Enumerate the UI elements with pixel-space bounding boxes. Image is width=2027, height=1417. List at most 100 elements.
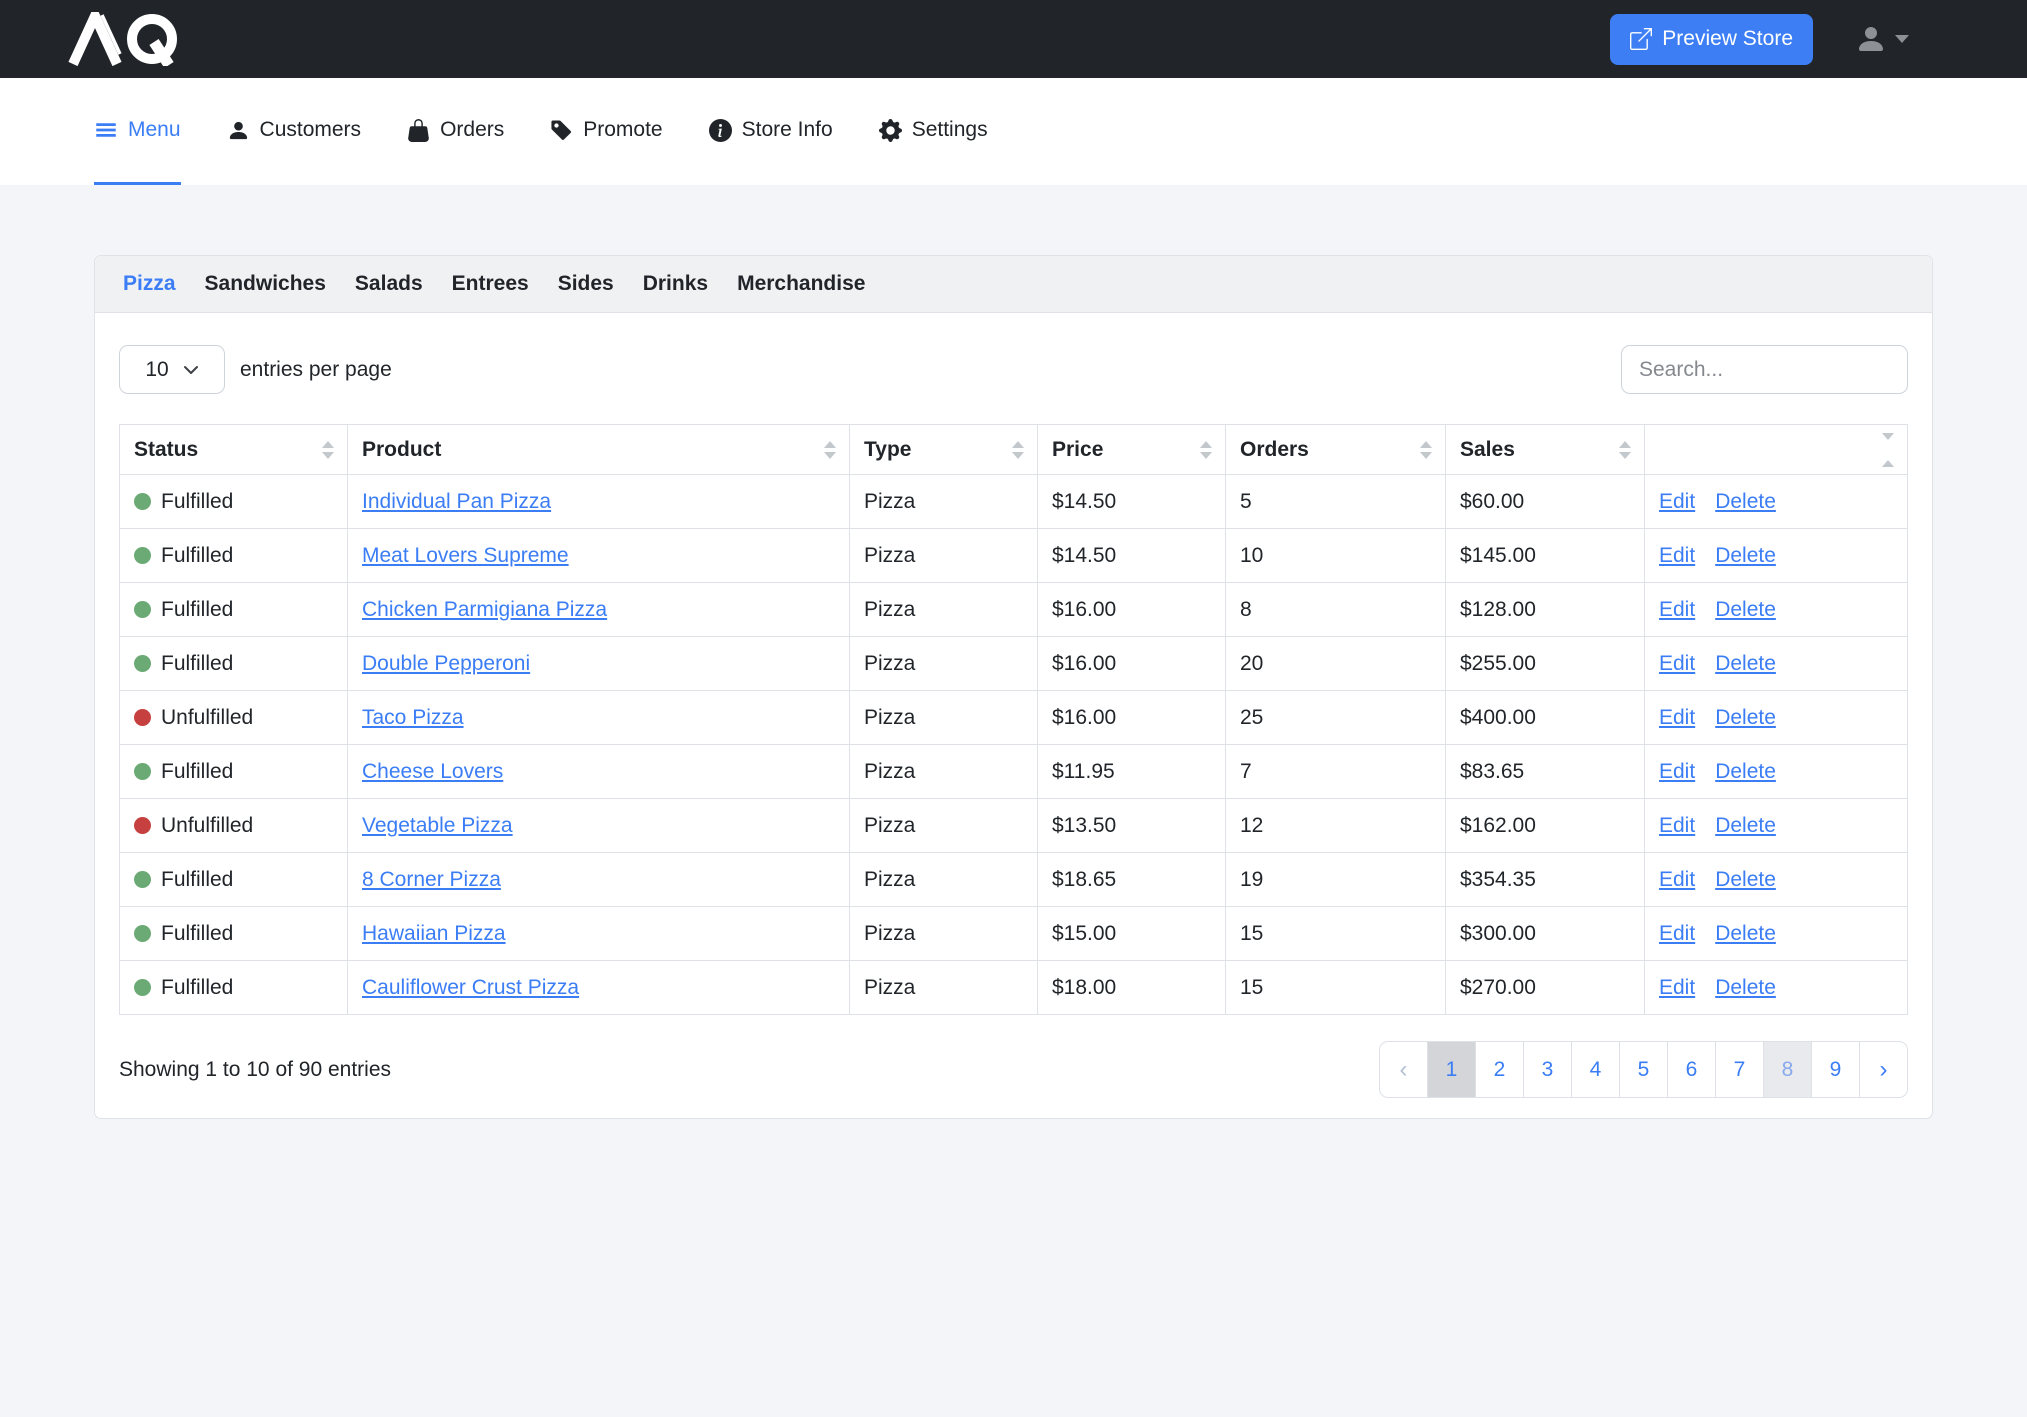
type-cell: Pizza (850, 637, 1038, 691)
product-link[interactable]: Cauliflower Crust Pizza (362, 976, 579, 999)
edit-link[interactable]: Edit (1659, 814, 1695, 837)
actions-cell: Edit Delete (1645, 745, 1908, 799)
orders-cell: 20 (1226, 637, 1446, 691)
pagination-page-3[interactable]: 3 (1523, 1041, 1572, 1098)
status-dot-unfulfilled (134, 709, 151, 726)
nav-item-settings[interactable]: Settings (879, 78, 988, 185)
status-cell: Fulfilled (120, 907, 348, 961)
sales-cell: $162.00 (1446, 799, 1645, 853)
pagination-page-7[interactable]: 7 (1715, 1041, 1764, 1098)
column-header-sales[interactable]: Sales (1446, 425, 1645, 475)
edit-link[interactable]: Edit (1659, 490, 1695, 513)
delete-link[interactable]: Delete (1715, 652, 1776, 675)
tab-drinks[interactable]: Drinks (639, 270, 712, 298)
product-link[interactable]: 8 Corner Pizza (362, 868, 501, 891)
edit-link[interactable]: Edit (1659, 652, 1695, 675)
table-header-row: Status Product Type Price (120, 425, 1908, 475)
edit-link[interactable]: Edit (1659, 922, 1695, 945)
status-label: Unfulfilled (161, 814, 253, 838)
tab-sandwiches[interactable]: Sandwiches (201, 270, 330, 298)
store-logo[interactable] (68, 0, 188, 78)
sort-arrows-icon (322, 441, 334, 459)
delete-link[interactable]: Delete (1715, 976, 1776, 999)
pagination-page-9[interactable]: 9 (1811, 1041, 1860, 1098)
actions-cell: Edit Delete (1645, 475, 1908, 529)
column-header-orders[interactable]: Orders (1226, 425, 1446, 475)
sales-cell: $83.65 (1446, 745, 1645, 799)
product-link[interactable]: Individual Pan Pizza (362, 490, 551, 513)
pagination-page-4[interactable]: 4 (1571, 1041, 1620, 1098)
tab-sides[interactable]: Sides (554, 270, 618, 298)
entries-summary: Showing 1 to 10 of 90 entries (119, 1058, 391, 1082)
pagination-page-5[interactable]: 5 (1619, 1041, 1668, 1098)
status-cell: Fulfilled (120, 583, 348, 637)
tab-entrees[interactable]: Entrees (448, 270, 533, 298)
product-link[interactable]: Cheese Lovers (362, 760, 503, 783)
product-link[interactable]: Double Pepperoni (362, 652, 530, 675)
page-size-select[interactable]: 10 (119, 345, 225, 394)
table-row: Fulfilled8 Corner PizzaPizza$18.6519$354… (120, 853, 1908, 907)
edit-link[interactable]: Edit (1659, 544, 1695, 567)
nav-item-orders[interactable]: Orders (407, 78, 504, 185)
product-link[interactable]: Taco Pizza (362, 706, 464, 729)
status-dot-fulfilled (134, 871, 151, 888)
pagination: ‹123456789› (1379, 1041, 1908, 1098)
column-header-type[interactable]: Type (850, 425, 1038, 475)
edit-link[interactable]: Edit (1659, 976, 1695, 999)
pagination-page-1[interactable]: 1 (1427, 1041, 1476, 1098)
price-cell: $14.50 (1038, 529, 1226, 583)
product-link[interactable]: Chicken Parmigiana Pizza (362, 598, 607, 621)
status-label: Unfulfilled (161, 706, 253, 730)
table-row: UnfulfilledTaco PizzaPizza$16.0025$400.0… (120, 691, 1908, 745)
orders-cell: 10 (1226, 529, 1446, 583)
sales-cell: $354.35 (1446, 853, 1645, 907)
sales-cell: $270.00 (1446, 961, 1645, 1015)
tab-salads[interactable]: Salads (351, 270, 427, 298)
column-header-actions[interactable] (1645, 425, 1908, 475)
tab-pizza[interactable]: Pizza (119, 270, 180, 298)
delete-link[interactable]: Delete (1715, 598, 1776, 621)
delete-link[interactable]: Delete (1715, 868, 1776, 891)
account-menu[interactable] (1855, 23, 1909, 55)
edit-link[interactable]: Edit (1659, 868, 1695, 891)
column-header-product[interactable]: Product (348, 425, 850, 475)
pagination-prev-button[interactable]: ‹ (1379, 1041, 1428, 1098)
status-dot-fulfilled (134, 547, 151, 564)
pagination-page-6[interactable]: 6 (1667, 1041, 1716, 1098)
search-input[interactable] (1621, 345, 1908, 394)
nav-item-menu[interactable]: Menu (94, 78, 181, 185)
nav-item-customers[interactable]: Customers (227, 78, 362, 185)
nav-item-promote[interactable]: Promote (550, 78, 662, 185)
preview-store-button[interactable]: Preview Store (1610, 14, 1813, 65)
delete-link[interactable]: Delete (1715, 706, 1776, 729)
delete-link[interactable]: Delete (1715, 490, 1776, 513)
status-label: Fulfilled (161, 544, 233, 568)
status-dot-fulfilled (134, 925, 151, 942)
product-link[interactable]: Hawaiian Pizza (362, 922, 506, 945)
tag-icon (550, 119, 573, 142)
pagination-next-button[interactable]: › (1859, 1041, 1908, 1098)
edit-link[interactable]: Edit (1659, 598, 1695, 621)
delete-link[interactable]: Delete (1715, 760, 1776, 783)
price-cell: $13.50 (1038, 799, 1226, 853)
edit-link[interactable]: Edit (1659, 760, 1695, 783)
delete-link[interactable]: Delete (1715, 544, 1776, 567)
column-header-status[interactable]: Status (120, 425, 348, 475)
pagination-page-8[interactable]: 8 (1763, 1041, 1812, 1098)
column-header-price[interactable]: Price (1038, 425, 1226, 475)
nav-item-store-info[interactable]: Store Info (709, 78, 833, 185)
tab-merchandise[interactable]: Merchandise (733, 270, 869, 298)
price-cell: $14.50 (1038, 475, 1226, 529)
product-link[interactable]: Meat Lovers Supreme (362, 544, 569, 567)
delete-link[interactable]: Delete (1715, 814, 1776, 837)
product-link[interactable]: Vegetable Pizza (362, 814, 513, 837)
product-cell: Double Pepperoni (348, 637, 850, 691)
table-body: FulfilledIndividual Pan PizzaPizza$14.50… (120, 475, 1908, 1015)
edit-link[interactable]: Edit (1659, 706, 1695, 729)
delete-link[interactable]: Delete (1715, 922, 1776, 945)
price-cell: $16.00 (1038, 583, 1226, 637)
pagination-page-2[interactable]: 2 (1475, 1041, 1524, 1098)
status-label: Fulfilled (161, 868, 233, 892)
external-link-icon (1630, 28, 1652, 50)
info-circle-icon (709, 119, 732, 142)
